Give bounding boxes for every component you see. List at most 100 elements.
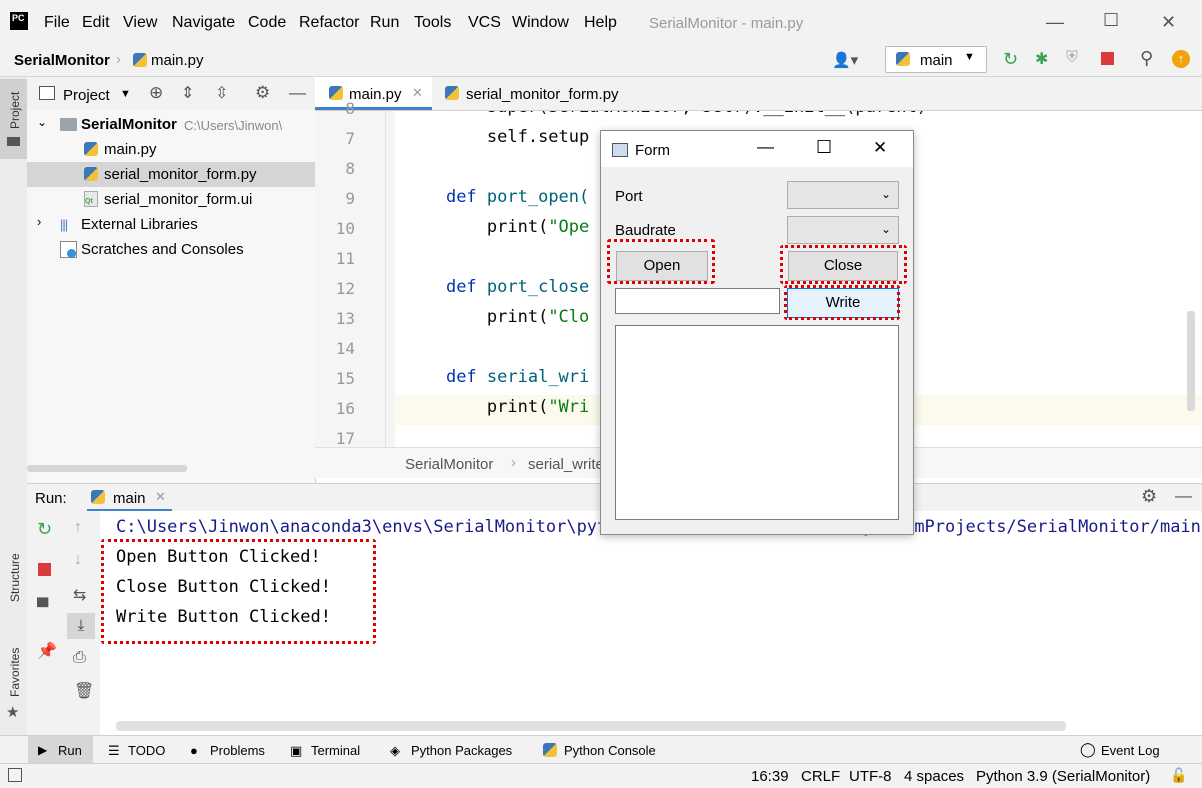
menu-navigate[interactable]: Navigate <box>172 14 235 32</box>
close-icon[interactable]: ✕ <box>155 489 166 505</box>
expand-all-icon[interactable]: ⇕ <box>181 83 194 103</box>
tool-python-packages[interactable]: Python Packages <box>411 743 512 758</box>
rerun-icon[interactable]: ↻ <box>1003 49 1018 70</box>
line-number: 12 <box>335 279 355 298</box>
menu-edit[interactable]: Edit <box>82 14 110 32</box>
nav-project[interactable]: SerialMonitor <box>14 52 110 69</box>
debug-icon[interactable]: ✱ <box>1035 49 1048 69</box>
soft-wrap-icon[interactable]: ⇆ <box>73 585 86 605</box>
user-icon[interactable]: 👤▾ <box>832 51 858 69</box>
tab-serial-monitor-form[interactable]: serial_monitor_form.py <box>432 77 632 110</box>
search-icon[interactable]: ⚲ <box>1140 48 1153 69</box>
tree-root[interactable]: ⌄ SerialMonitor C:\Users\Jinwon\ <box>27 112 315 137</box>
horizontal-scrollbar[interactable] <box>27 465 187 472</box>
status-interpreter[interactable]: Python 3.9 (SerialMonitor) <box>976 768 1150 785</box>
hide-icon[interactable]: — <box>1175 486 1192 506</box>
chevron-right-icon[interactable]: › <box>37 214 41 229</box>
layout-toggle-icon[interactable] <box>8 768 22 782</box>
port-label: Port <box>615 188 643 205</box>
menu-refactor[interactable]: Refactor <box>299 14 359 32</box>
tree-scratches[interactable]: Scratches and Consoles <box>27 237 315 262</box>
project-view-select[interactable]: Project <box>63 87 110 104</box>
chevron-down-icon: ▼ <box>964 51 975 63</box>
problems-icon: ● <box>190 743 198 758</box>
code-line: def port_open( <box>405 187 589 207</box>
tree-item-form-ui[interactable]: Qt serial_monitor_form.ui <box>27 187 315 212</box>
status-encoding[interactable]: UTF-8 <box>849 768 892 785</box>
nav-file[interactable]: main.py <box>151 52 204 69</box>
coverage-icon[interactable]: ⛨ <box>1066 49 1078 67</box>
vertical-scrollbar[interactable] <box>1187 311 1195 411</box>
menu-file[interactable]: File <box>44 14 70 32</box>
menu-vcs[interactable]: VCS <box>468 14 501 32</box>
menu-tools[interactable]: Tools <box>414 14 451 32</box>
stop-icon[interactable] <box>1101 52 1114 65</box>
trash-icon[interactable]: 🗑 <box>74 681 94 701</box>
tool-python-console[interactable]: Python Console <box>564 743 656 758</box>
minimize-icon[interactable]: — <box>1046 12 1064 33</box>
breadcrumb-method[interactable]: serial_write <box>528 456 604 473</box>
arrow-up-icon[interactable]: ↑ <box>74 519 82 537</box>
gear-icon[interactable]: ⚙ <box>255 83 270 103</box>
python-file-icon <box>445 86 459 100</box>
run-config-select[interactable]: main ▼ <box>885 46 987 73</box>
tree-item-main[interactable]: main.py <box>27 137 315 162</box>
gutter-divider <box>385 111 386 447</box>
stop-icon[interactable] <box>38 563 51 576</box>
favorites-tool-label[interactable]: Favorites <box>8 648 22 697</box>
structure-tool-label[interactable]: Structure <box>8 553 22 602</box>
status-line-separator[interactable]: CRLF <box>801 768 840 785</box>
menu-help[interactable]: Help <box>584 14 617 32</box>
close-icon[interactable]: ✕ <box>1161 12 1176 33</box>
status-position[interactable]: 16:39 <box>751 768 789 785</box>
collapse-all-icon[interactable]: ⇳ <box>215 83 228 103</box>
python-file-icon <box>84 142 98 156</box>
scroll-to-end-icon[interactable]: ⤓ <box>67 613 95 639</box>
close-icon[interactable]: ✕ <box>873 138 887 158</box>
tree-external-libraries[interactable]: › ||| External Libraries <box>27 212 315 237</box>
maximize-icon[interactable]: ☐ <box>816 137 832 158</box>
output-textbox[interactable] <box>615 325 899 520</box>
menu-code[interactable]: Code <box>248 14 286 32</box>
print-icon[interactable]: ⎙ <box>73 649 86 667</box>
baudrate-combo[interactable]: ⌄ <box>787 216 899 244</box>
chevron-right-icon: › <box>511 454 516 471</box>
close-icon[interactable]: ✕ <box>412 85 423 101</box>
menu-run[interactable]: Run <box>370 14 399 32</box>
chevron-down-icon[interactable]: ⌄ <box>37 115 47 129</box>
breadcrumb-class[interactable]: SerialMonitor <box>405 456 493 473</box>
menu-view[interactable]: View <box>123 14 157 32</box>
clock-icon <box>67 249 76 258</box>
run-tab-main[interactable]: main ✕ <box>87 484 172 512</box>
tool-todo[interactable]: TODO <box>128 743 165 758</box>
minimize-icon[interactable]: — <box>757 137 774 157</box>
tool-terminal[interactable]: Terminal <box>311 743 360 758</box>
update-icon[interactable]: ↑ <box>1172 50 1190 68</box>
menu-window[interactable]: Window <box>512 14 569 32</box>
tree-item-form-py[interactable]: serial_monitor_form.py <box>27 162 315 187</box>
status-indent[interactable]: 4 spaces <box>904 768 964 785</box>
run-tools-secondary: ↑ ↓ ⇆ ⤓ ⎙ 🗑 <box>62 511 101 735</box>
locate-icon[interactable]: ⊕ <box>149 83 163 103</box>
horizontal-scrollbar[interactable] <box>116 721 1066 731</box>
lock-icon[interactable]: 🔓 <box>1170 767 1187 784</box>
pin-icon[interactable]: 📌 <box>37 641 57 661</box>
write-input[interactable] <box>615 288 780 314</box>
tool-event-log[interactable]: Event Log <box>1101 743 1160 758</box>
gear-icon[interactable]: ⚙ <box>1141 486 1157 507</box>
run-console[interactable]: C:\Users\Jinwon\anaconda3\envs\SerialMon… <box>100 511 1202 735</box>
layout-icon[interactable]: ▀ <box>37 599 48 617</box>
rerun-icon[interactable]: ↻ <box>37 519 52 540</box>
arrow-down-icon[interactable]: ↓ <box>74 551 82 569</box>
tab-label: main.py <box>349 86 402 103</box>
code-token: "Clo <box>548 307 590 327</box>
form-dialog: Form — ☐ ✕ Port ⌄ Baudrate ⌄ Open Close … <box>600 130 914 535</box>
maximize-icon[interactable]: ☐ <box>1103 10 1119 31</box>
tool-problems[interactable]: Problems <box>210 743 265 758</box>
port-combo[interactable]: ⌄ <box>787 181 899 209</box>
hide-icon[interactable]: — <box>289 83 306 103</box>
chevron-down-icon[interactable]: ▼ <box>120 88 131 100</box>
tool-run[interactable]: ▶ Run <box>28 736 93 764</box>
